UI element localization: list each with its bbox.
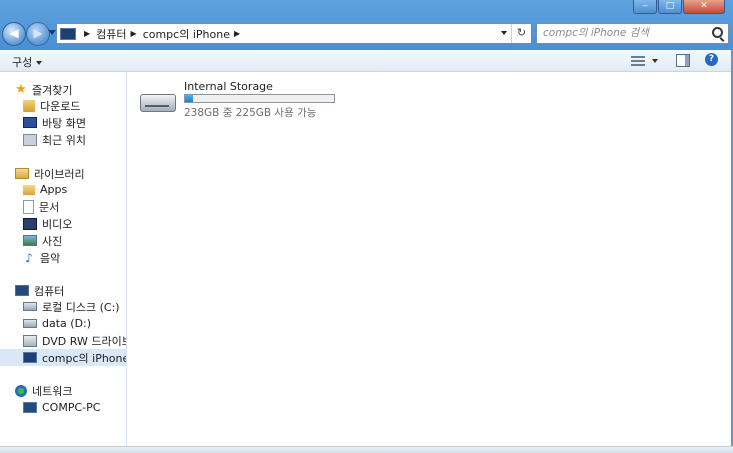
star-icon: ★ (15, 81, 27, 97)
pictures-icon (23, 235, 37, 246)
sidebar-item-desktop[interactable]: 바탕 화면 (0, 114, 126, 131)
sidebar-item-label: Apps (40, 183, 68, 196)
music-icon: ♪ (25, 250, 33, 265)
change-view-icon[interactable] (631, 54, 645, 66)
sidebar-item-label: 최근 위치 (42, 133, 86, 147)
address-history-dropdown[interactable] (501, 31, 507, 35)
sidebar-network[interactable]: 네트워크 (0, 382, 126, 399)
hard-drive-icon (140, 94, 176, 112)
storage-name: Internal Storage (184, 80, 273, 93)
chevron-right-icon[interactable]: ▶ (131, 29, 137, 38)
videos-icon (23, 217, 37, 230)
sidebar-item-pictures[interactable]: 사진 (0, 232, 126, 249)
sidebar-item-label: data (D:) (42, 317, 92, 330)
window-controls: ‒ □ ✕ (633, 0, 725, 14)
minimize-button[interactable]: ‒ (633, 0, 657, 14)
computer-icon (15, 285, 29, 296)
chevron-right-icon[interactable]: ▶ (234, 29, 240, 38)
sidebar-item-label: compc의 iPhone (42, 351, 126, 365)
close-button[interactable]: ✕ (683, 0, 725, 14)
search-box[interactable] (536, 23, 729, 44)
preview-pane-icon[interactable] (676, 54, 690, 67)
forward-button[interactable]: ▶ (26, 22, 50, 46)
downloads-icon (23, 99, 35, 112)
sidebar-item-label: 문서 (39, 200, 60, 214)
window-header: ‒ □ ✕ ◀ ▶ ▶ 컴퓨터 ▶ compc의 iPhone ▶ ↻ (0, 0, 733, 50)
sidebar-item-label: 즐겨찾기 (32, 83, 73, 97)
file-list: Internal Storage 238GB 중 225GB 사용 가능 (127, 72, 733, 446)
view-options-dropdown[interactable] (652, 59, 658, 63)
sidebar-item-documents[interactable]: 문서 (0, 198, 126, 215)
sidebar-item-iphone[interactable]: compc의 iPhone (0, 349, 126, 366)
command-bar: 구성 ? (0, 50, 733, 72)
sidebar-item-videos[interactable]: 비디오 (0, 215, 126, 232)
local-disk-icon (23, 302, 37, 311)
sidebar-item-downloads[interactable]: 다운로드 (0, 97, 126, 114)
sidebar-item-label: 라이브러리 (34, 167, 85, 181)
address-bar[interactable]: ▶ 컴퓨터 ▶ compc의 iPhone ▶ ↻ (56, 23, 532, 44)
libraries-icon (15, 168, 29, 179)
sidebar-item-label: 로컬 디스크 (C:) (42, 300, 120, 314)
recent-pages-dropdown[interactable] (48, 30, 56, 35)
sidebar-item-data-d[interactable]: data (D:) (0, 315, 126, 332)
search-input[interactable] (537, 24, 708, 41)
chevron-right-icon[interactable]: ▶ (84, 29, 90, 38)
sidebar-libraries[interactable]: 라이브러리 (0, 165, 126, 182)
sidebar-item-local-disk-c[interactable]: 로컬 디스크 (C:) (0, 298, 126, 315)
help-icon[interactable]: ? (705, 53, 718, 66)
dvd-drive-icon (23, 334, 37, 347)
sidebar-item-dvd-drive[interactable]: DVD RW 드라이브 ( (0, 332, 126, 349)
iphone-icon (23, 352, 37, 363)
sidebar-item-apps[interactable]: Apps (0, 181, 126, 198)
internal-storage-tile[interactable]: Internal Storage 238GB 중 225GB 사용 가능 (140, 80, 350, 126)
sidebar-item-recent[interactable]: 최근 위치 (0, 131, 126, 148)
sidebar-item-compc-pc[interactable]: COMPC-PC (0, 399, 126, 416)
sidebar-computer[interactable]: 컴퓨터 (0, 282, 126, 299)
sidebar-item-label: 네트워크 (32, 384, 73, 398)
sidebar-item-label: 바탕 화면 (42, 116, 86, 130)
sidebar-item-label: COMPC-PC (42, 401, 101, 414)
documents-icon (23, 199, 34, 214)
maximize-button[interactable]: □ (658, 0, 682, 14)
organize-label: 구성 (12, 56, 33, 69)
folder-icon (23, 184, 35, 195)
chevron-down-icon (36, 61, 43, 65)
back-button[interactable]: ◀ (2, 22, 26, 46)
sidebar-item-label: 비디오 (42, 217, 73, 231)
sidebar-item-label: 사진 (42, 234, 63, 248)
sidebar-item-label: 컴퓨터 (34, 284, 65, 298)
network-pc-icon (23, 402, 37, 413)
storage-usage-fill (185, 95, 194, 102)
disk-icon (23, 319, 37, 328)
storage-usage-bar (184, 94, 335, 103)
sidebar-item-label: 음악 (40, 251, 61, 265)
iphone-device-icon (60, 27, 76, 40)
sidebar-favorites[interactable]: ★ 즐겨찾기 (0, 81, 126, 98)
network-icon (15, 384, 27, 397)
breadcrumb-iphone[interactable]: compc의 iPhone (143, 26, 230, 42)
sidebar-item-music[interactable]: ♪ 음악 (0, 249, 126, 266)
search-icon[interactable] (712, 27, 723, 38)
desktop-icon (23, 117, 37, 128)
storage-free-text: 238GB 중 225GB 사용 가능 (184, 107, 317, 119)
sidebar-item-label: DVD RW 드라이브 ( (42, 334, 126, 348)
navigation-pane: ★ 즐겨찾기 다운로드 바탕 화면 최근 위치 라이브러리 Apps 문서 비디… (0, 72, 127, 446)
refresh-button[interactable]: ↻ (511, 24, 531, 43)
sidebar-item-label: 다운로드 (40, 99, 81, 113)
breadcrumb-computer[interactable]: 컴퓨터 (96, 26, 126, 42)
organize-menu-button[interactable]: 구성 (12, 54, 43, 70)
recent-places-icon (23, 133, 37, 146)
